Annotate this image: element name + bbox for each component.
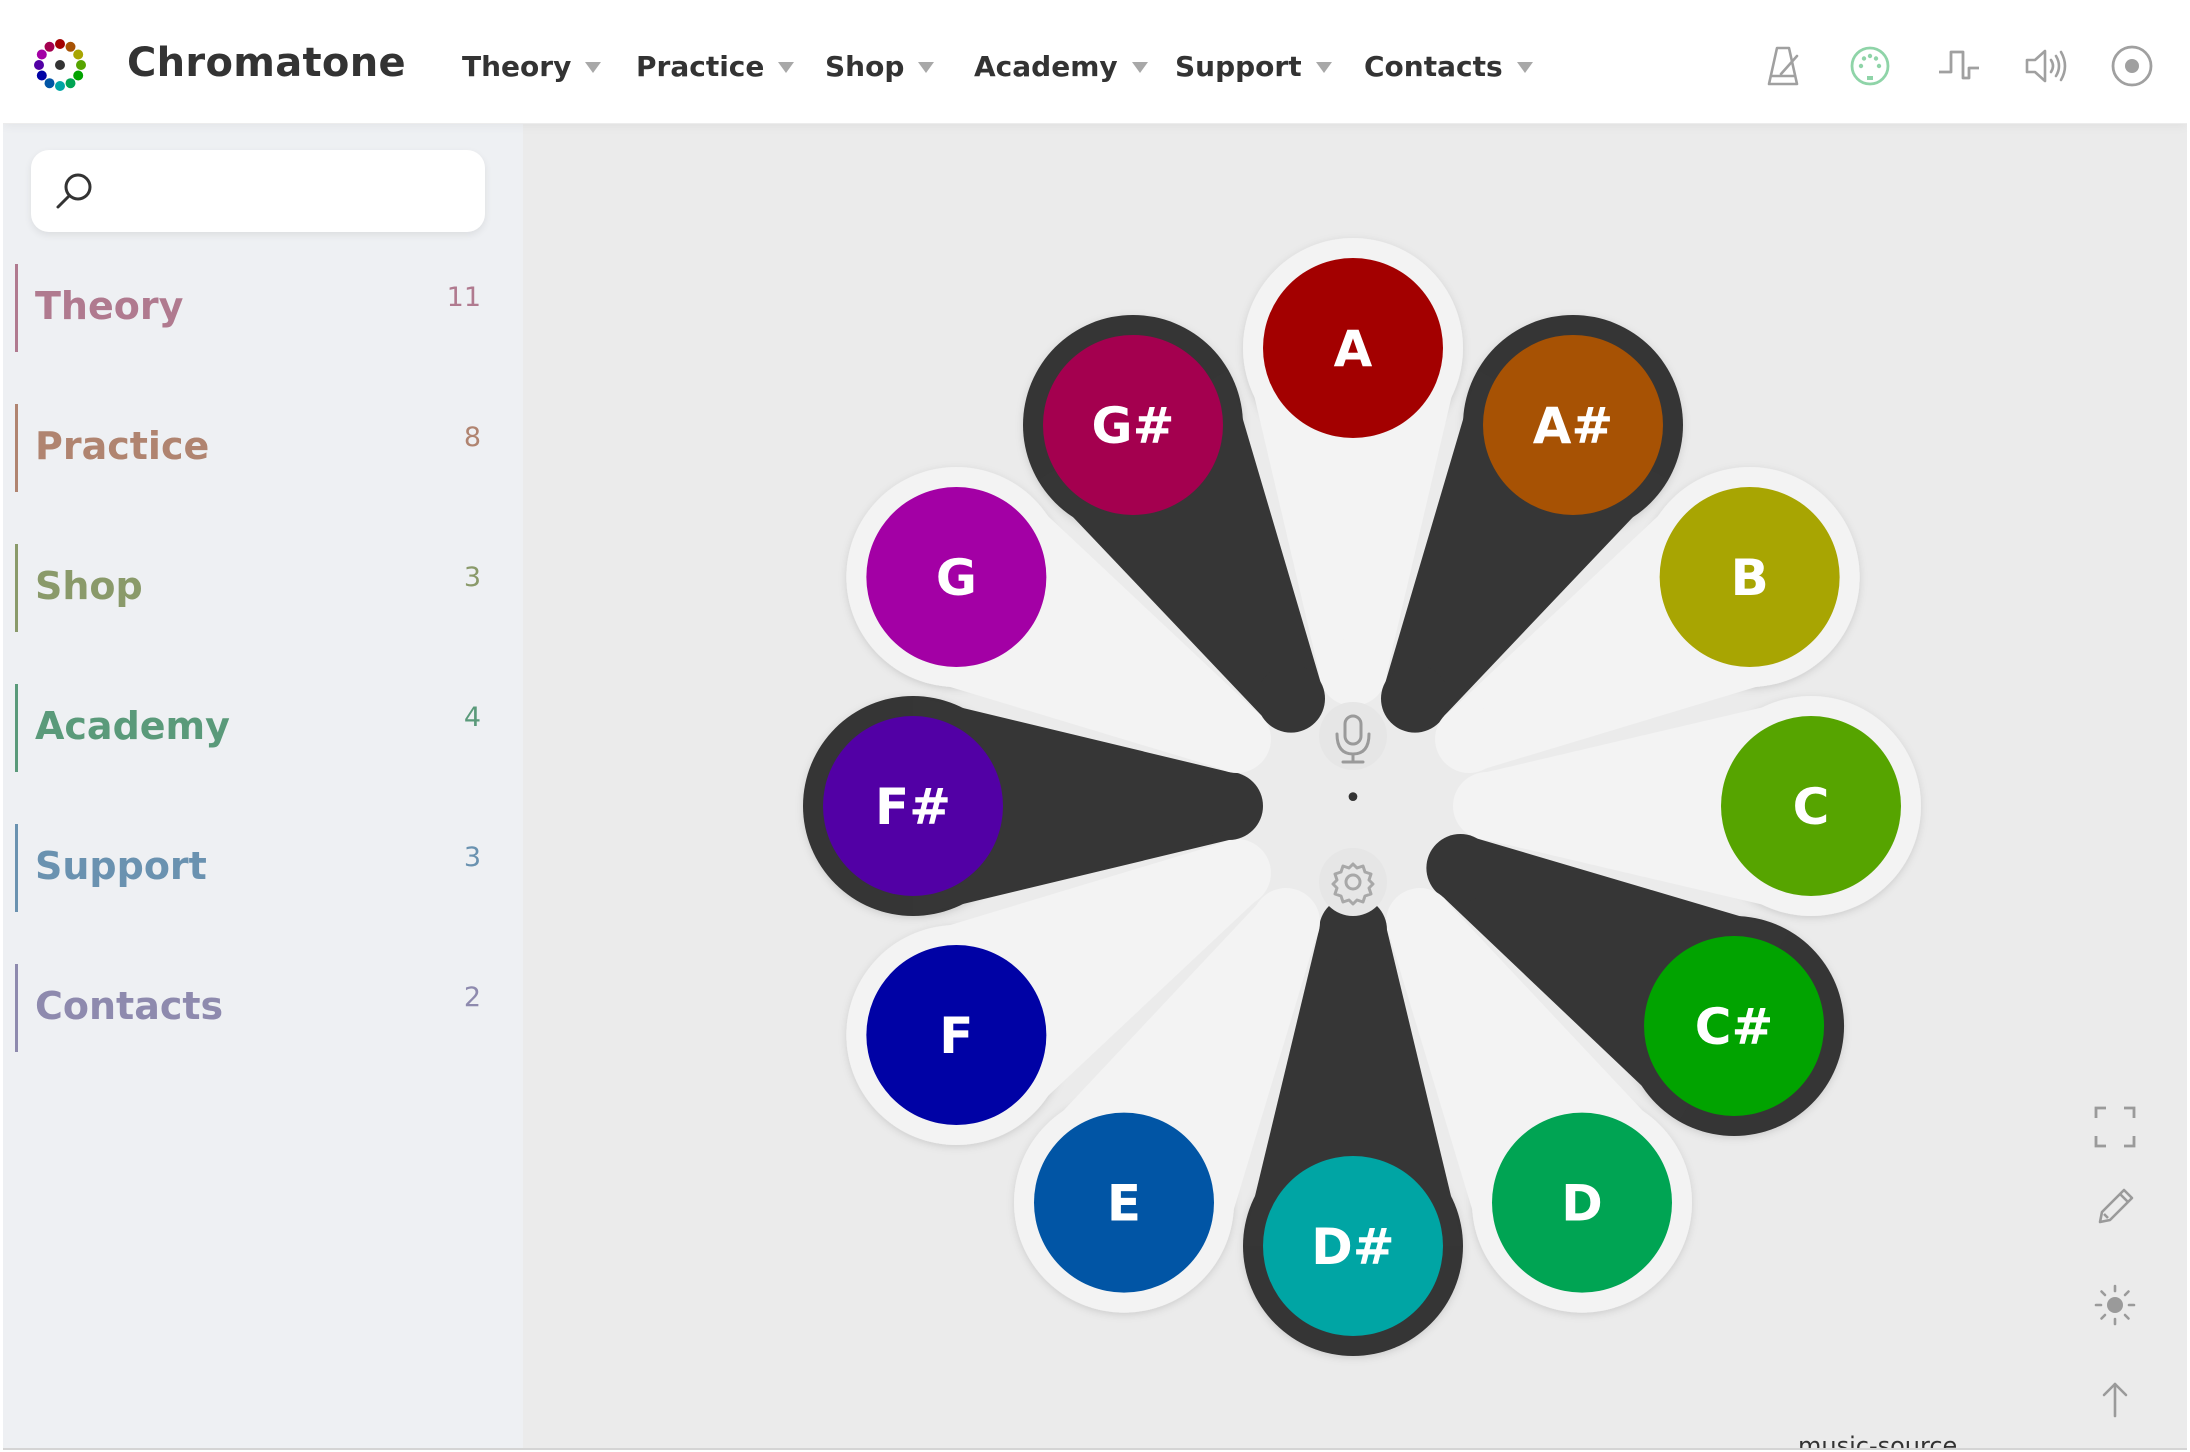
sidebar-item-contacts[interactable]: Contacts 2 — [15, 964, 501, 1052]
sidebar-item-label: Academy — [35, 704, 230, 748]
nav-theory[interactable]: Theory — [462, 46, 602, 86]
sidebar-item-label: Practice — [35, 424, 210, 468]
sidebar-item-count: 4 — [463, 702, 481, 733]
settings-button[interactable] — [1319, 848, 1387, 916]
search-icon — [56, 173, 92, 209]
petal-tip — [1381, 664, 1449, 733]
petal-tip — [1252, 888, 1320, 957]
record-icon[interactable] — [2108, 42, 2156, 90]
sidebar-item-accent — [15, 964, 18, 1052]
sidebar-item-practice[interactable]: Practice 8 — [15, 404, 501, 492]
note-label: G# — [1092, 397, 1175, 455]
sidebar-item-accent — [15, 264, 18, 352]
sidebar-item-count: 8 — [463, 422, 481, 453]
petal-tip — [1202, 705, 1271, 773]
chevron-down-icon — [1131, 61, 1148, 73]
brand-title[interactable]: Chromatone — [127, 40, 406, 86]
search-input[interactable] — [111, 164, 471, 218]
center-dot: • — [1344, 781, 1362, 816]
search-box[interactable] — [31, 150, 485, 232]
chevron-down-icon — [1315, 61, 1332, 73]
sidebar-item-label: Contacts — [35, 984, 224, 1028]
fullscreen-icon[interactable] — [2092, 1104, 2138, 1150]
note-label: C# — [1695, 998, 1774, 1056]
note-label: A — [1334, 320, 1373, 378]
chevron-down-icon — [918, 61, 935, 73]
sidebar-item-count: 2 — [463, 982, 481, 1013]
metronome-icon[interactable] — [1759, 42, 1807, 90]
sidebar-item-count: 11 — [446, 282, 481, 313]
chevron-down-icon — [778, 61, 795, 73]
sidebar-item-count: 3 — [463, 842, 481, 873]
nav-practice-label: Practice — [636, 49, 765, 83]
note-label: F# — [875, 778, 951, 836]
petal-tip — [1257, 664, 1325, 733]
note-label: D — [1561, 1175, 1603, 1233]
nav-practice[interactable]: Practice — [636, 46, 795, 86]
sidebar-item-accent — [15, 684, 18, 772]
nav-support[interactable]: Support — [1175, 46, 1332, 86]
speaker-icon[interactable] — [2021, 42, 2069, 90]
nav-shop-label: Shop — [825, 49, 905, 83]
nav-shop[interactable]: Shop — [825, 46, 935, 86]
sidebar: Theory 11 Practice 8 Shop 3 Academy 4 Su… — [3, 124, 523, 1448]
note-label: A# — [1533, 397, 1614, 455]
note-label: G — [936, 549, 977, 607]
main-area: A A# B C C# D D# E F F# G G# • music-sou… — [523, 124, 2187, 1450]
nav-academy-label: Academy — [974, 49, 1118, 83]
sidebar-item-label: Shop — [35, 564, 143, 608]
footer-text: music-source — [1798, 1432, 1958, 1450]
sidebar-item-support[interactable]: Support 3 — [15, 824, 501, 912]
note-label: E — [1107, 1175, 1141, 1233]
petal-tip — [1319, 638, 1387, 706]
synth-wave-icon[interactable] — [1935, 42, 1983, 90]
chromatic-wheel: A A# B C C# D D# E F F# G G# • — [803, 238, 1921, 1356]
arrow-up-icon[interactable] — [2092, 1376, 2138, 1422]
note-label: B — [1731, 549, 1769, 607]
nav-contacts-label: Contacts — [1364, 49, 1503, 83]
sidebar-item-count: 3 — [463, 562, 481, 593]
sidebar-item-accent — [15, 544, 18, 632]
petal-tip — [1435, 705, 1504, 773]
petal-tip — [1202, 839, 1271, 907]
sidebar-item-theory[interactable]: Theory 11 — [15, 264, 501, 352]
chromatone-logo-icon[interactable] — [31, 36, 89, 94]
brightness-icon[interactable] — [2092, 1282, 2138, 1328]
nav-support-label: Support — [1175, 49, 1302, 83]
app-window: Chromatone Theory Practice Shop Academy … — [3, 2, 2187, 1450]
petal-tip — [1386, 888, 1454, 957]
sidebar-item-academy[interactable]: Academy 4 — [15, 684, 501, 772]
sidebar-item-shop[interactable]: Shop 3 — [15, 544, 501, 632]
petal-tip — [1453, 772, 1521, 840]
chevron-down-icon — [1516, 61, 1533, 73]
sidebar-item-label: Support — [35, 844, 207, 888]
sidebar-item-accent — [15, 824, 18, 912]
chevron-down-icon — [585, 61, 602, 73]
note-label: D# — [1311, 1218, 1394, 1276]
top-header: Chromatone Theory Practice Shop Academy … — [3, 2, 2187, 124]
note-label: C — [1793, 778, 1830, 836]
sidebar-item-accent — [15, 404, 18, 492]
pencil-icon[interactable] — [2092, 1184, 2138, 1230]
nav-contacts[interactable]: Contacts — [1364, 46, 1533, 86]
nav-theory-label: Theory — [462, 49, 572, 83]
nav-academy[interactable]: Academy — [974, 46, 1148, 86]
petal-tip — [1426, 834, 1495, 902]
midi-icon[interactable] — [1846, 42, 1894, 90]
sidebar-item-label: Theory — [35, 284, 184, 328]
note-label: F — [939, 1007, 973, 1065]
petal-tip — [1195, 772, 1263, 840]
